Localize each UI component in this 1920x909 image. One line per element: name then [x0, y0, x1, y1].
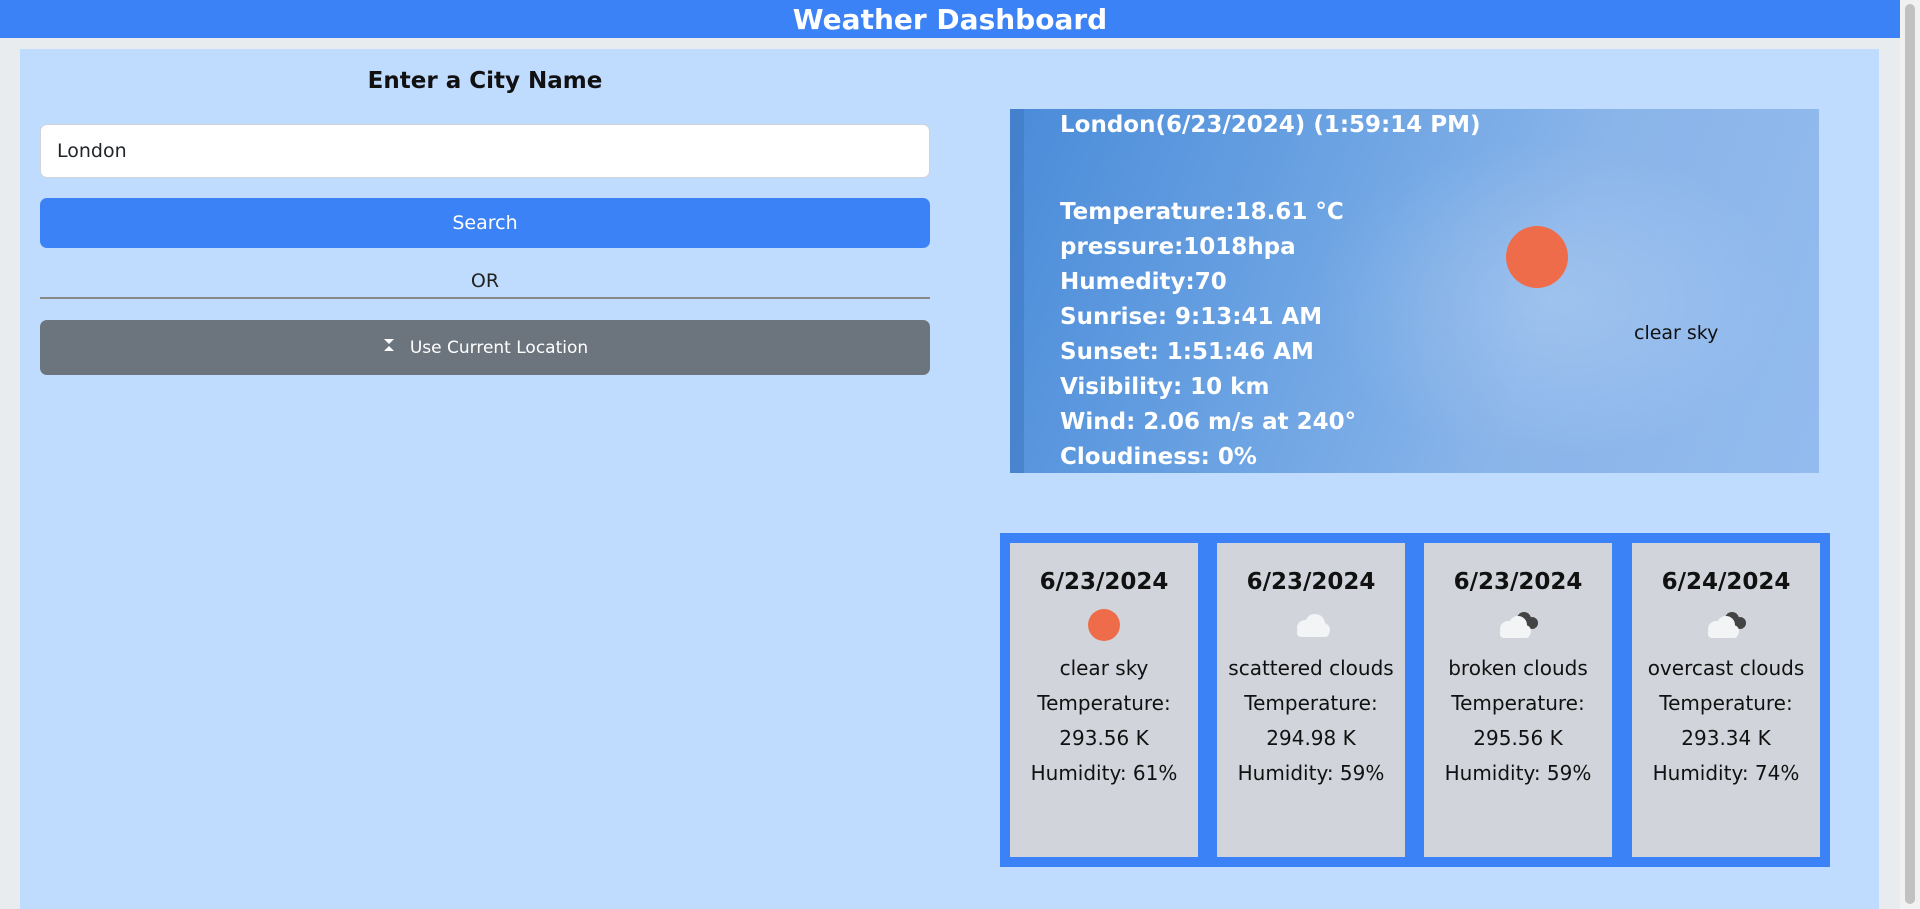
forecast-humidity: Humidity: 59%: [1444, 761, 1592, 785]
current-humidity: Humedity:70: [1060, 269, 1227, 295]
current-sunrise: Sunrise: 9:13:41 AM: [1060, 304, 1323, 330]
page-scrollbar[interactable]: [1900, 0, 1920, 909]
current-weather-description: clear sky: [1634, 322, 1719, 344]
forecast-description: overcast clouds: [1647, 656, 1805, 680]
forecast-date: 6/23/2024: [1039, 569, 1169, 595]
forecast-temperature-label: Temperature:: [1037, 691, 1171, 715]
forecast-description: clear sky: [1059, 656, 1149, 680]
city-input[interactable]: [40, 124, 930, 178]
current-cloudiness: Cloudiness: 0%: [1060, 444, 1257, 470]
forecast-date: 6/23/2024: [1453, 569, 1583, 595]
current-weather-card: London(6/23/2024) (1:59:14 PM) Temperatu…: [1010, 109, 1819, 473]
app-header: Weather Dashboard: [0, 0, 1900, 38]
forecast-humidity: Humidity: 59%: [1237, 761, 1385, 785]
forecast-card: 6/24/2024 overcast clouds Temperature: 2…: [1632, 543, 1820, 857]
forecast-panel: 6/23/2024 clear sky Temperature: 293.56 …: [1000, 533, 1830, 867]
forecast-card: 6/23/2024 scattered clouds Temperature: …: [1217, 543, 1405, 857]
or-divider: [40, 297, 930, 299]
forecast-date: 6/24/2024: [1661, 569, 1791, 595]
sky-background: [1310, 139, 1790, 459]
forecast-humidity: Humidity: 61%: [1030, 761, 1178, 785]
sun-icon: [1506, 226, 1568, 288]
forecast-temperature-label: Temperature:: [1244, 691, 1378, 715]
forecast-card: 6/23/2024 clear sky Temperature: 293.56 …: [1010, 543, 1198, 857]
current-wind: Wind: 2.06 m/s at 240°: [1060, 409, 1357, 435]
current-sunset: Sunset: 1:51:46 AM: [1060, 339, 1314, 365]
search-heading: Enter a City Name: [367, 68, 603, 94]
sun-icon: [1088, 609, 1120, 641]
location-icon: [382, 337, 396, 358]
forecast-temperature: 293.34 K: [1681, 726, 1771, 750]
forecast-card: 6/23/2024 broken clouds Temperature: 295…: [1424, 543, 1612, 857]
forecast-humidity: Humidity: 74%: [1652, 761, 1800, 785]
scrollbar-thumb[interactable]: [1905, 4, 1915, 904]
broken-clouds-icon: [1500, 612, 1538, 638]
forecast-date: 6/23/2024: [1246, 569, 1376, 595]
forecast-temperature: 293.56 K: [1059, 726, 1149, 750]
or-separator-label: OR: [470, 270, 500, 292]
current-weather-title: London(6/23/2024) (1:59:14 PM): [1060, 112, 1481, 138]
cloud-icon: [1297, 614, 1330, 637]
overcast-clouds-icon: [1708, 612, 1746, 638]
use-current-location-button[interactable]: Use Current Location: [40, 320, 930, 375]
current-visibility: Visibility: 10 km: [1060, 374, 1270, 400]
use-current-location-label: Use Current Location: [409, 337, 589, 358]
app-title: Weather Dashboard: [792, 3, 1108, 36]
forecast-description: broken clouds: [1448, 656, 1588, 680]
forecast-temperature-label: Temperature:: [1659, 691, 1793, 715]
forecast-temperature-label: Temperature:: [1451, 691, 1585, 715]
forecast-temperature: 295.56 K: [1473, 726, 1563, 750]
search-button[interactable]: Search: [40, 198, 930, 248]
forecast-temperature: 294.98 K: [1266, 726, 1356, 750]
current-weather-details: Temperature:18.61 °C pressure:1018hpa Hu…: [1060, 195, 1356, 473]
forecast-description: scattered clouds: [1228, 656, 1394, 680]
current-pressure: pressure:1018hpa: [1060, 234, 1296, 260]
current-temperature: Temperature:18.61 °C: [1060, 199, 1344, 225]
card-edge: [1010, 109, 1024, 473]
